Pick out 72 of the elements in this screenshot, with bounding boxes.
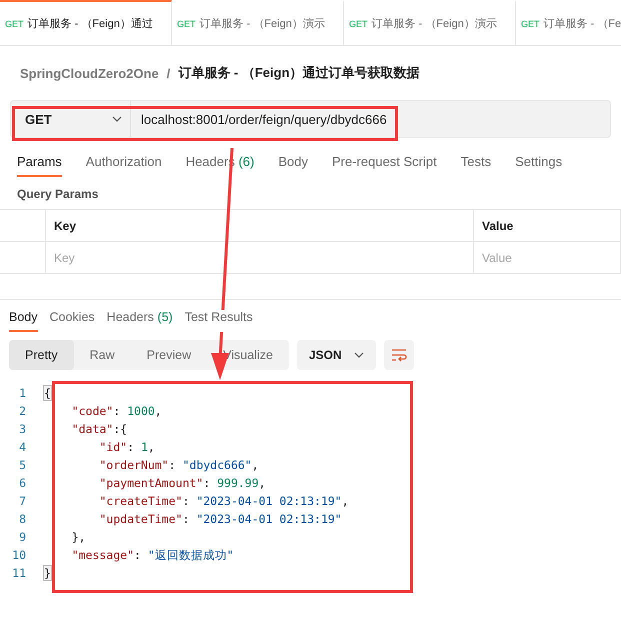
json-punctuation: : [203, 476, 210, 490]
column-header: Value [474, 210, 621, 242]
request-tab[interactable]: GET 订单服务 - （Fe [516, 0, 621, 45]
line-number: 7 [18, 494, 27, 508]
column-header: Key [46, 210, 474, 242]
json-punctuation: , [154, 404, 162, 418]
section-tab[interactable]: Params [17, 154, 62, 177]
line-number: 8 [18, 512, 27, 526]
url-field[interactable]: localhost:8001/order/feign/query/dbydc666 [131, 112, 387, 126]
json-key: "code" [72, 404, 114, 418]
request-tab[interactable]: GET 订单服务 - （Feign）通过 [0, 0, 172, 45]
wrap-icon [390, 348, 407, 362]
line-number: 4 [18, 440, 27, 454]
line-number: 9 [18, 530, 27, 544]
section-tab[interactable]: Settings [515, 154, 562, 177]
chevron-icon [112, 116, 122, 122]
json-punctuation: , [258, 476, 266, 490]
json-key: "message" [72, 548, 134, 562]
breadcrumb-separator: / [166, 66, 170, 80]
wrap-lines-button[interactable] [384, 340, 414, 370]
section-tab[interactable]: Body [278, 154, 308, 177]
json-number: 1 [140, 440, 148, 454]
section-tab[interactable]: Pre-request Script [332, 154, 437, 177]
json-string: "返回数据成功" [148, 548, 234, 562]
section-tab[interactable]: Body [9, 310, 38, 332]
section-tab[interactable]: Test Results [184, 310, 253, 332]
view-mode-tab[interactable]: Preview [130, 340, 208, 370]
json-key: "orderNum" [99, 458, 169, 472]
view-mode-tab[interactable]: Pretty [9, 340, 74, 370]
json-punctuation: } [44, 566, 51, 580]
line-number: 1 [18, 386, 27, 400]
json-punctuation: }, [72, 530, 86, 544]
json-key: "paymentAmount" [99, 476, 204, 490]
json-number: 1000 [127, 404, 155, 418]
format-dropdown[interactable]: JSON [296, 340, 376, 370]
json-punctuation: : [113, 422, 120, 436]
json-punctuation: : [182, 494, 190, 508]
request-tab[interactable]: GET 订单服务 - （Feign）演示 [172, 0, 344, 45]
json-punctuation: : [134, 548, 141, 562]
method-dropdown[interactable]: GET [17, 101, 131, 137]
json-key: "createTime" [99, 494, 182, 508]
table-cell [0, 242, 46, 274]
line-number: 5 [18, 458, 27, 472]
json-key: "data" [72, 422, 114, 436]
json-punctuation: : [182, 512, 190, 526]
json-punctuation: : [127, 440, 134, 454]
request-name: 订单服务 - （Feign）通过订单号获取数据 [178, 64, 420, 82]
section-tab[interactable]: Authorization [86, 154, 162, 177]
section-title: Query Params [16, 186, 100, 203]
json-key: "id" [99, 440, 128, 454]
request-tab[interactable]: GET 订单服务 - （Feign）演示 [344, 0, 516, 45]
json-key: "updateTime" [99, 512, 182, 526]
line-number: 2 [18, 404, 27, 418]
json-punctuation: { [44, 386, 51, 400]
json-punctuation: , [148, 440, 155, 454]
line-number: 6 [18, 476, 27, 490]
json-string: "dbydc666" [182, 458, 252, 472]
chevron-icon [354, 352, 364, 358]
line-number: 10 [11, 548, 27, 562]
section-tab[interactable]: Tests [460, 154, 492, 177]
json-string: "2023-04-01 02:13:19" [196, 494, 342, 508]
line-number: 11 [11, 566, 27, 580]
line-number: 3 [18, 422, 27, 436]
collection-link[interactable]: SpringCloudZero2One [20, 66, 159, 80]
json-punctuation: { [120, 422, 128, 436]
json-punctuation: : [168, 458, 176, 472]
view-mode-tab[interactable]: Raw [74, 340, 131, 370]
json-number: 999.99 [217, 476, 259, 490]
json-punctuation: , [342, 494, 349, 508]
json-punctuation: , [252, 458, 259, 472]
json-string: "2023-04-01 02:13:19" [196, 512, 342, 526]
json-punctuation: : [113, 404, 120, 418]
